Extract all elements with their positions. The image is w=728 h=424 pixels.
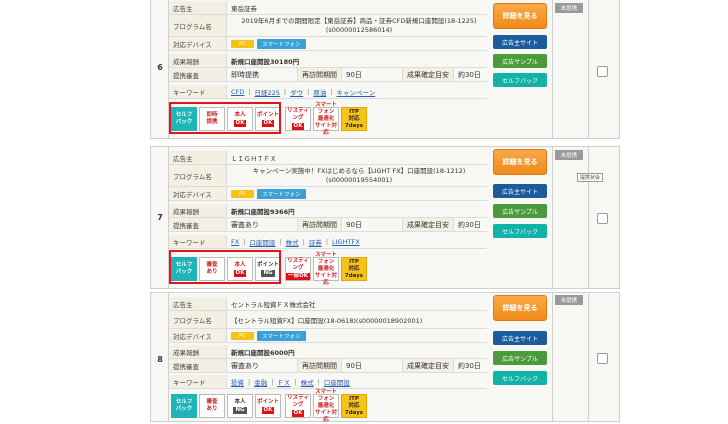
keyword-link[interactable]: 株式	[301, 377, 314, 387]
program-name: 【セントラル短資FX】口座開設(18-0618)(s00000018902001…	[231, 316, 423, 325]
status-badge: 未提携	[555, 150, 583, 160]
status-badge: 未提携	[555, 3, 583, 13]
program-name: 2019年6月までの期間限定【東岳証券】商品・証券CFD新規口座開設(18-12…	[241, 16, 477, 25]
keyword-link[interactable]: LIGHTFX	[332, 238, 360, 246]
selfback-button[interactable]: セルフバック	[493, 224, 547, 238]
point-ok-badge: ポイント OK	[255, 394, 281, 418]
program-list: 6 広告主 東岳証券 プログラム名 2019年6月までの期間限定【東岳証券】商品・証…	[150, 0, 620, 423]
keyword-link[interactable]: 原油	[313, 87, 326, 97]
smartphone-optimized-badge: スマート フォン 最適化 サイト対応	[313, 251, 339, 286]
keyword-link[interactable]: 株式	[286, 237, 299, 247]
detail-button[interactable]: 詳細を見る	[493, 295, 547, 321]
program-name: キャンペーン実施中！FXはじめるなら【LIGHT FX】口座開設(18-1212…	[252, 166, 466, 175]
tooltip: 提携状会	[577, 173, 604, 182]
reward-value: 新規口座開設30180円	[231, 57, 300, 66]
approval-value: 審査あり	[231, 361, 259, 370]
advertiser-name: 東岳証券	[231, 4, 257, 13]
pc-device-tag: PC	[231, 331, 255, 340]
pc-device-tag: PC	[231, 39, 255, 48]
approval-value: 審査あり	[231, 220, 259, 229]
highlight-box	[169, 250, 281, 284]
keyword-link[interactable]: 証券	[309, 237, 322, 247]
advertiser-name: ＬＩＧＨＴＦＸ	[231, 154, 277, 163]
advertiser-name: セントラル短資ＦＸ株式会社	[231, 300, 316, 309]
ad-sample-button[interactable]: 広告サンプル	[493, 351, 547, 365]
select-checkbox[interactable]	[597, 66, 608, 77]
ad-sample-button[interactable]: 広告サンプル	[493, 204, 547, 218]
row-number: 7	[157, 213, 163, 222]
advertiser-site-button[interactable]: 広告主サイト	[493, 331, 547, 345]
keyword-link[interactable]: 投資	[231, 377, 244, 387]
keyword-link[interactable]: 金融	[254, 377, 267, 387]
select-checkbox[interactable]	[597, 353, 608, 364]
status-badge: 未提携	[555, 295, 583, 305]
smartphone-optimized-badge: スマート フォン 最適化 サイト対応	[313, 388, 339, 423]
detail-button[interactable]: 詳細を見る	[493, 149, 547, 175]
listing-ok-badge: リスティ ング OK	[285, 107, 311, 131]
row-number: 8	[157, 355, 163, 364]
keyword-link[interactable]: ダウ	[290, 87, 303, 97]
smartphone-optimized-badge: スマート フォン 最適化 サイト対応	[313, 101, 339, 136]
approval-value: 即時提携	[231, 70, 259, 79]
keyword-link[interactable]: 日経225	[255, 87, 280, 97]
reward-value: 新規口座開設6000円	[231, 348, 295, 357]
reward-value: 新規口座開設9366円	[231, 207, 295, 216]
itp-badge: ITP 対応 7days	[341, 257, 367, 281]
keyword-link[interactable]: ＦＸ	[277, 377, 290, 387]
ad-sample-button[interactable]: 広告サンプル	[493, 54, 547, 68]
selfback-button[interactable]: セルフバック	[493, 371, 547, 385]
itp-badge: ITP 対応 7days	[341, 107, 367, 131]
keyword-link[interactable]: 口座開設	[324, 377, 350, 387]
feature-badges: セルフ バック 審査 あり 本人 NG ポイント OK リスティ ング OK スマート フォン…	[169, 388, 487, 423]
pc-device-tag: PC	[231, 189, 255, 198]
advertiser-site-button[interactable]: 広告主サイト	[493, 184, 547, 198]
advertiser-site-button[interactable]: 広告主サイト	[493, 35, 547, 49]
detail-button[interactable]: 詳細を見る	[493, 3, 547, 29]
selfback-badge: セルフ バック	[171, 394, 197, 418]
keyword-link[interactable]: FX	[231, 238, 239, 246]
highlight-box	[169, 102, 281, 134]
keyword-link[interactable]: 口座開設	[249, 237, 275, 247]
listing-ok-badge: リスティ ング OK	[285, 394, 311, 418]
itp-badge: ITP 対応 7days	[341, 394, 367, 418]
program-row-8: 8 広告主 セントラル短資ＦＸ株式会社 プログラム名 【セントラル短資FX】口座開設…	[150, 292, 620, 423]
keyword-link[interactable]: CFD	[231, 88, 244, 96]
smartphone-device-tag: スマートフォン	[257, 38, 306, 49]
keyword-link[interactable]: キャンペーン	[337, 87, 376, 97]
select-checkbox[interactable]	[597, 213, 608, 224]
smartphone-device-tag: スマートフォン	[257, 188, 306, 199]
review-required-badge: 審査 あり	[199, 394, 225, 418]
smartphone-device-tag: スマートフォン	[257, 330, 306, 341]
selfback-button[interactable]: セルフバック	[493, 73, 547, 87]
row-number: 6	[157, 63, 163, 72]
self-purchase-ng-badge: 本人 NG	[227, 394, 253, 418]
listing-partial-badge: リスティ ング 一部OK	[285, 257, 311, 281]
